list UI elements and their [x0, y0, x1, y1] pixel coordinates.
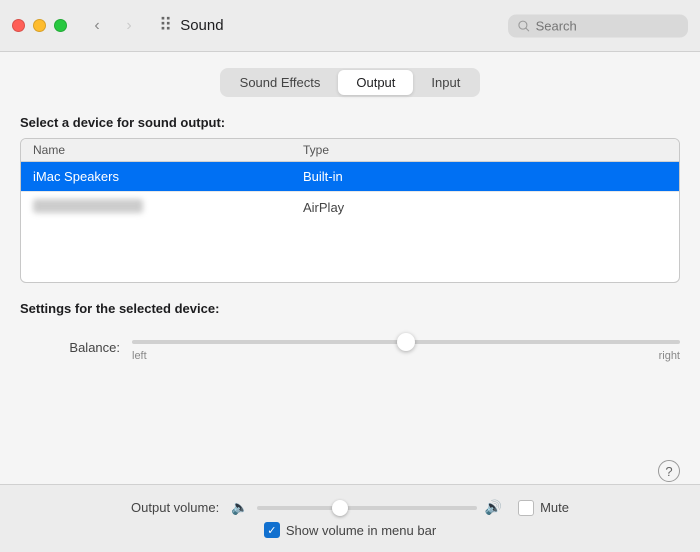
tabs: Sound Effects Output Input	[220, 68, 481, 97]
balance-slider-track[interactable]	[132, 340, 680, 344]
balance-slider-thumb[interactable]	[397, 333, 415, 351]
traffic-lights	[12, 19, 67, 32]
grid-icon: ⠿	[159, 15, 172, 36]
balance-left-label: left	[132, 350, 147, 362]
col-type-header: Type	[303, 143, 667, 157]
volume-slider[interactable]	[257, 506, 477, 510]
tab-output[interactable]: Output	[338, 70, 413, 95]
device-type: Built-in	[303, 169, 667, 184]
search-icon	[518, 19, 530, 32]
balance-slider-labels: left right	[132, 350, 680, 362]
window-title: Sound	[180, 17, 223, 34]
balance-slider-container: left right	[132, 332, 680, 362]
search-box[interactable]	[508, 14, 688, 37]
device-type: AirPlay	[303, 200, 667, 215]
balance-right-label: right	[659, 350, 680, 362]
mute-checkbox[interactable]	[518, 500, 534, 516]
table-body: iMac Speakers Built-in AirPlay	[21, 162, 679, 282]
device-table: Name Type iMac Speakers Built-in AirPlay	[20, 138, 680, 283]
show-volume-row: ✓ Show volume in menu bar	[264, 522, 436, 538]
search-input[interactable]	[536, 18, 678, 33]
bottom-bar: Output volume: 🔈 🔊 Mute ✓ Show volume in…	[0, 484, 700, 552]
back-button[interactable]: ‹	[83, 12, 111, 40]
zoom-button[interactable]	[54, 19, 67, 32]
section-header: Select a device for sound output:	[20, 115, 680, 130]
mute-checkbox-container: Mute	[518, 500, 569, 516]
output-volume-label: Output volume:	[131, 500, 219, 515]
device-name: iMac Speakers	[33, 169, 303, 184]
close-button[interactable]	[12, 19, 25, 32]
tabs-container: Sound Effects Output Input	[20, 68, 680, 97]
show-volume-label: Show volume in menu bar	[286, 523, 436, 538]
main-content: Sound Effects Output Input Select a devi…	[0, 52, 700, 552]
blurred-device-name	[33, 199, 143, 213]
tab-input[interactable]: Input	[413, 70, 478, 95]
titlebar: ‹ › ⠿ Sound	[0, 0, 700, 52]
volume-row: Output volume: 🔈 🔊 Mute	[131, 499, 569, 516]
forward-button[interactable]: ›	[115, 12, 143, 40]
table-row[interactable]: AirPlay	[21, 192, 679, 223]
balance-label: Balance:	[20, 340, 120, 355]
show-volume-checkbox[interactable]: ✓	[264, 522, 280, 538]
tab-sound-effects[interactable]: Sound Effects	[222, 70, 339, 95]
volume-thumb[interactable]	[332, 500, 348, 516]
nav-buttons: ‹ ›	[83, 12, 143, 40]
settings-header: Settings for the selected device:	[20, 301, 680, 316]
volume-track	[257, 506, 477, 510]
mute-label: Mute	[540, 500, 569, 515]
device-name	[33, 199, 303, 216]
minimize-button[interactable]	[33, 19, 46, 32]
col-name-header: Name	[33, 143, 303, 157]
table-header: Name Type	[21, 139, 679, 162]
balance-row: Balance: left right	[20, 332, 680, 362]
volume-low-icon: 🔈	[231, 499, 248, 516]
help-button[interactable]: ?	[658, 460, 680, 482]
table-row[interactable]: iMac Speakers Built-in	[21, 162, 679, 192]
volume-high-icon: 🔊	[485, 499, 502, 516]
